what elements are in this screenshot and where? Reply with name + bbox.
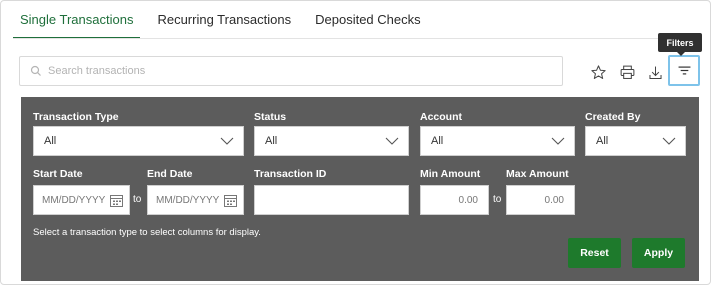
print-icon [620,65,634,79]
transactions-card: Single Transactions Recurring Transactio… [0,0,711,285]
amount-range-separator: to [493,194,502,205]
chevron-down-icon [662,137,676,145]
min-amount-input[interactable] [421,194,488,206]
max-amount-input[interactable] [507,194,574,206]
transaction-type-value: All [44,135,57,147]
filter-icon [678,66,690,75]
date-range-separator: to [133,194,142,205]
tab-recurring-transactions[interactable]: Recurring Transactions [150,9,298,39]
created-by-label: Created By [585,111,641,123]
calendar-icon[interactable] [110,194,123,207]
apply-button[interactable]: Apply [632,238,685,268]
filters-button[interactable] [668,55,700,86]
end-date-label: End Date [147,168,193,180]
download-icon [648,66,662,79]
max-amount-field[interactable] [506,185,575,215]
chevron-down-icon [551,137,565,145]
start-date-field[interactable] [33,185,130,215]
tab-single-transactions[interactable]: Single Transactions [13,9,141,39]
end-date-field[interactable] [147,185,244,215]
account-value: All [431,135,444,147]
reset-button[interactable]: Reset [568,238,621,268]
account-select[interactable]: All [420,126,575,156]
status-label: Status [254,111,287,123]
status-value: All [265,135,278,147]
chevron-down-icon [385,137,399,145]
created-by-value: All [596,135,609,147]
filter-panel: Transaction Type All Status All Account … [21,97,699,281]
search-box[interactable] [19,56,563,86]
chevron-down-icon [220,137,234,145]
filters-tooltip: Filters [658,33,702,56]
status-select[interactable]: All [254,126,409,156]
transaction-type-select[interactable]: All [33,126,244,156]
search-icon [30,65,41,76]
favorite-button[interactable] [584,58,612,86]
star-icon [590,64,606,79]
max-amount-label: Max Amount [506,168,569,180]
tab-bar: Single Transactions Recurring Transactio… [13,9,428,39]
start-date-input[interactable] [42,194,106,206]
start-date-label: Start Date [33,168,83,180]
transaction-id-input[interactable] [263,194,408,206]
columns-hint: Select a transaction type to select colu… [33,227,261,238]
download-button[interactable] [641,58,669,86]
transaction-type-label: Transaction Type [33,111,119,123]
tab-deposited-checks[interactable]: Deposited Checks [308,9,428,39]
created-by-select[interactable]: All [585,126,686,156]
tab-divider [13,38,698,39]
end-date-input[interactable] [156,194,220,206]
min-amount-label: Min Amount [420,168,481,180]
print-button[interactable] [613,58,641,86]
min-amount-field[interactable] [420,185,489,215]
search-input[interactable] [48,65,548,77]
account-label: Account [420,111,462,123]
calendar-icon[interactable] [224,194,237,207]
transaction-id-field[interactable] [254,185,409,215]
transaction-id-label: Transaction ID [254,168,327,180]
